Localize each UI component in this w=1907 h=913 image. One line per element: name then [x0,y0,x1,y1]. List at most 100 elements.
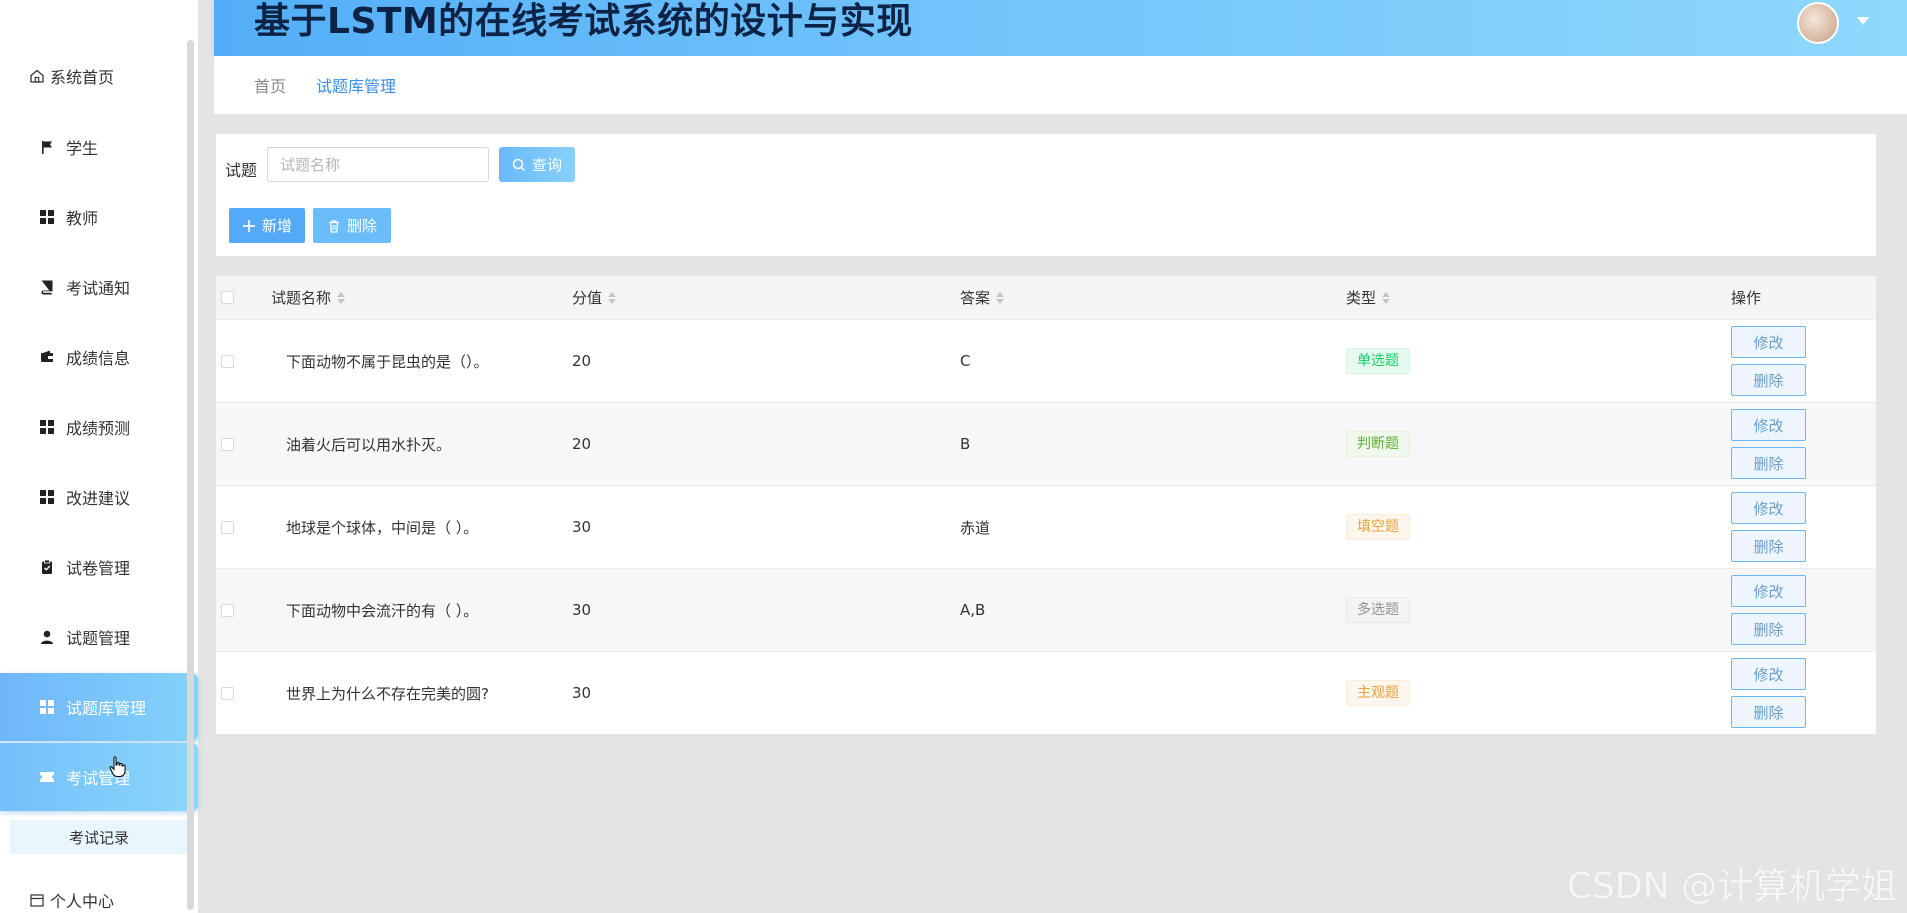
cell-score: 20 [572,435,592,453]
edit-button[interactable]: 修改 [1731,409,1806,441]
cell-type: 主观题 [1346,652,1410,734]
grid-icon [38,488,56,506]
sidebar-item-label: 教师 [66,209,99,228]
sidebar-item-label: 学生 [66,139,99,158]
sidebar-item-grade-prediction[interactable]: 成绩预测 [0,393,198,461]
clipboard-icon [38,558,56,576]
trash-icon [327,219,341,233]
cell-score: 30 [572,518,592,536]
sidebar-item-question-management[interactable]: 试题管理 [0,603,198,671]
avatar[interactable] [1797,2,1839,44]
sidebar-item-suggestions[interactable]: 改进建议 [0,463,198,531]
delete-button[interactable]: 删除 [1731,364,1806,396]
batch-delete-button[interactable]: 删除 [313,208,391,243]
sidebar-item-exam-notice[interactable]: 考试通知 [0,253,198,321]
header-actions: 操作 [1731,276,1761,319]
search-label: 试题 [225,161,258,180]
chevron-down-icon[interactable] [1857,17,1869,25]
sidebar-item-teachers[interactable]: 教师 [0,183,198,251]
user-icon [38,628,56,646]
sort-icon[interactable] [1382,291,1391,304]
sidebar-item-label: 成绩信息 [66,349,131,368]
row-checkbox[interactable] [221,652,234,734]
sidebar-item-students[interactable]: 学生 [0,113,198,181]
sidebar-item-home[interactable]: 系统首页 [0,42,198,110]
sort-icon[interactable] [337,291,346,304]
query-button[interactable]: 查询 [499,147,575,182]
cell-type: 多选题 [1346,569,1410,651]
cell-actions: 修改 删除 [1731,320,1806,402]
wallet-icon [38,348,56,366]
search-panel: 试题 查询 新增 删除 [216,134,1876,256]
edit-button[interactable]: 修改 [1731,575,1806,607]
edit-button[interactable]: 修改 [1731,326,1806,358]
table-header: 试题名称 分值 答案 类型 操作 [216,276,1876,319]
grid-icon [38,418,56,436]
table-row: 油着火后可以用水扑灭。 20 B 判断题 修改 删除 [216,402,1876,485]
header-type[interactable]: 类型 [1346,276,1391,319]
cell-type: 单选题 [1346,320,1410,402]
header-label: 分值 [572,289,603,307]
cell-type: 判断题 [1346,403,1410,485]
row-checkbox[interactable] [221,486,234,568]
delete-button[interactable]: 删除 [1731,613,1806,645]
sidebar-item-label: 试题库管理 [66,699,147,718]
cell-actions: 修改 删除 [1731,486,1806,568]
row-checkbox[interactable] [221,320,234,402]
sidebar-scrollbar[interactable] [187,40,194,910]
header-score[interactable]: 分值 [572,276,617,319]
sidebar-item-exam-management[interactable]: 考试管理 [0,743,198,811]
cell-question-name: 下面动物不属于昆虫的是（）。 [286,352,489,371]
calendar-icon [28,891,46,909]
table-row: 地球是个球体，中间是（ ）。 30 赤道 填空题 修改 删除 [216,485,1876,568]
grid-icon [38,208,56,226]
cell-answer: C [960,352,971,370]
sidebar-item-label: 考试通知 [66,279,131,298]
sort-icon[interactable] [608,291,617,304]
cell-actions: 修改 删除 [1731,569,1806,651]
sidebar-subitem-exam-records[interactable]: 考试记录 [10,820,188,854]
table-row: 下面动物不属于昆虫的是（）。 20 C 单选题 修改 删除 [216,319,1876,402]
watermark: CSDN @计算机学姐 [1566,866,1897,907]
cell-actions: 修改 删除 [1731,403,1806,485]
sidebar-item-label: 试卷管理 [66,559,131,578]
header-label: 类型 [1346,289,1377,307]
add-button[interactable]: 新增 [229,208,305,243]
search-input[interactable] [267,147,489,182]
sidebar-item-personal-center[interactable]: 个人中心 [0,866,198,913]
sidebar-item-label: 改进建议 [66,489,131,508]
delete-button[interactable]: 删除 [1731,530,1806,562]
edit-button[interactable]: 修改 [1731,658,1806,690]
row-checkbox[interactable] [221,569,234,651]
delete-button[interactable]: 删除 [1731,447,1806,479]
type-tag: 主观题 [1346,680,1410,706]
header-question-name[interactable]: 试题名称 [271,276,346,319]
add-button-label: 新增 [261,217,292,235]
plus-icon [242,219,256,233]
book-icon [38,278,56,296]
sidebar: 系统首页 学生 教师 考试通知 成绩信息 成绩预测 改进建议 试卷管理 试题管理… [0,0,198,913]
sidebar-item-grades[interactable]: 成绩信息 [0,323,198,391]
select-all-checkbox[interactable] [221,276,234,319]
sidebar-item-paper-management[interactable]: 试卷管理 [0,533,198,601]
delete-button[interactable]: 删除 [1731,696,1806,728]
cell-type: 填空题 [1346,486,1410,568]
sidebar-item-question-bank[interactable]: 试题库管理 [0,673,198,741]
sort-icon[interactable] [996,291,1005,304]
cell-question-name: 下面动物中会流汗的有（ ）。 [286,601,479,620]
type-tag: 判断题 [1346,431,1410,457]
cell-actions: 修改 删除 [1731,652,1806,734]
cell-question-name: 油着火后可以用水扑灭。 [286,435,452,454]
row-checkbox[interactable] [221,403,234,485]
breadcrumb-home[interactable]: 首页 [254,73,286,97]
ticket-icon [38,768,56,786]
header-answer[interactable]: 答案 [960,276,1005,319]
edit-button[interactable]: 修改 [1731,492,1806,524]
breadcrumb: 首页 试题库管理 [214,56,1907,114]
batch-delete-button-label: 删除 [346,217,377,235]
home-icon [28,67,46,85]
cell-answer: B [960,435,971,453]
cell-question-name: 地球是个球体，中间是（ ）。 [286,518,479,537]
search-icon [512,158,526,172]
breadcrumb-current: 试题库管理 [316,77,397,96]
